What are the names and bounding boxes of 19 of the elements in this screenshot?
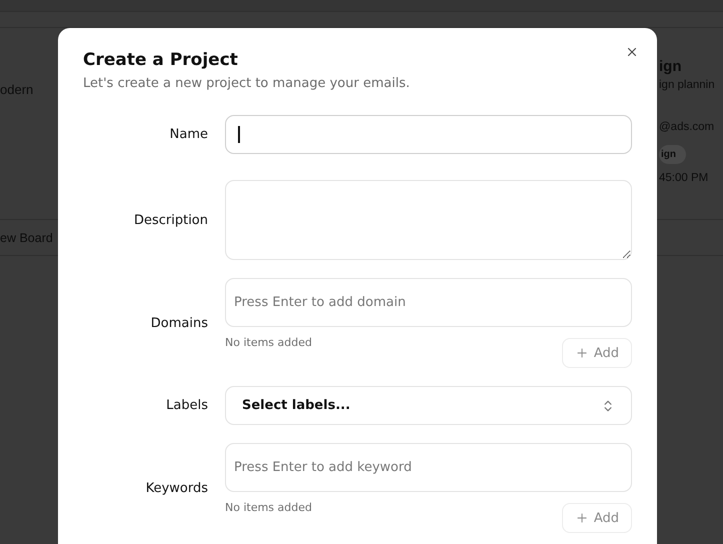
field-label: Description: [134, 212, 208, 228]
field-label: Domains: [150, 316, 208, 330]
field-label: Keywords: [146, 480, 208, 496]
plus-icon: [574, 511, 589, 525]
empty-note: No items added: [225, 336, 312, 349]
description-field[interactable]: [225, 180, 632, 260]
tag-input-field[interactable]: Press Enter to add domain: [225, 278, 632, 327]
dialog-title: Create a Project: [83, 50, 239, 70]
labels-select[interactable]: Select labels...: [225, 386, 632, 425]
field-label: Name: [170, 127, 208, 142]
name-field[interactable]: [225, 115, 632, 154]
plus-icon: [574, 346, 589, 360]
text-cursor: [238, 126, 240, 143]
dialog-subtitle: Let's create a new project to manage your emails.: [83, 76, 411, 91]
empty-note: No items added: [225, 501, 312, 514]
tag-input-field[interactable]: Press Enter to add keyword: [225, 443, 632, 492]
card-tag: ign: [659, 145, 686, 164]
close-button[interactable]: [625, 45, 639, 59]
field-label: Labels: [166, 398, 208, 413]
